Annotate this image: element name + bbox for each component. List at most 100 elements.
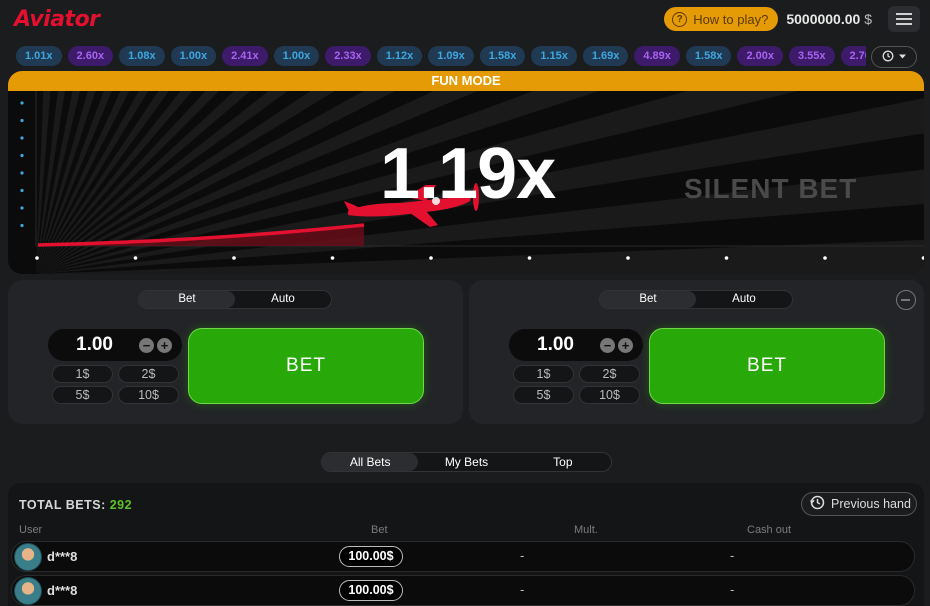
history-multiplier-pill[interactable]: 1.08x xyxy=(119,46,165,66)
bets-tabs: All Bets My Bets Top xyxy=(321,452,612,472)
top-header: Aviator ? How to play? 5000000.00 $ xyxy=(0,0,930,38)
decrease-amount-button[interactable]: − xyxy=(139,338,154,353)
history-multiplier-pill[interactable]: 2.60x xyxy=(67,46,114,66)
bet-button[interactable]: BET xyxy=(649,328,885,404)
total-bets-label: TOTAL BETS: xyxy=(19,498,106,512)
bet-button[interactable]: BET xyxy=(188,328,424,404)
history-multiplier-pill[interactable]: 2.41x xyxy=(222,46,268,66)
current-multiplier: 1.19x xyxy=(380,134,556,214)
history-multiplier-pill[interactable]: 2.70 xyxy=(840,46,866,66)
previous-hand-button[interactable]: Previous hand xyxy=(801,492,917,516)
silentbet-watermark: SILENT BET xyxy=(684,173,857,205)
history-multiplier-pill[interactable]: 4.89x xyxy=(634,46,680,66)
history-multiplier-pill[interactable]: 1.69x xyxy=(582,46,629,66)
history-multiplier-pill[interactable]: 1.00x xyxy=(273,46,320,66)
bet-amount-stepper: 1.00 − + xyxy=(509,329,643,361)
x-axis-dot xyxy=(626,256,630,260)
question-icon: ? xyxy=(672,11,688,27)
row-bet-amount: 100.00$ xyxy=(339,580,403,601)
history-clock-icon xyxy=(882,50,894,65)
tab-top[interactable]: Top xyxy=(515,453,611,471)
y-axis-dot xyxy=(20,206,24,210)
game-canvas: FUN MODE 1.19x SILENT BET xyxy=(8,71,924,274)
history-clock-icon xyxy=(810,495,825,513)
y-axis-dot xyxy=(20,118,24,123)
history-multiplier-pill[interactable]: 2.33x xyxy=(325,46,371,66)
quick-bet-1[interactable]: 1$ xyxy=(52,365,113,383)
history-toggle-button[interactable] xyxy=(871,46,917,68)
tab-auto[interactable]: Auto xyxy=(696,291,792,308)
tab-my-bets[interactable]: My Bets xyxy=(418,453,514,471)
x-axis-dot xyxy=(527,256,532,260)
hamburger-menu-icon[interactable] xyxy=(888,6,920,32)
quick-bet-5[interactable]: 5$ xyxy=(513,386,574,404)
row-multiplier: - xyxy=(520,582,525,597)
x-axis-dot xyxy=(724,256,729,260)
balance-value: 5000000.00 xyxy=(786,11,861,27)
bet-amount-value[interactable]: 1.00 xyxy=(76,334,113,356)
y-axis-dot xyxy=(20,136,24,140)
quick-bet-10[interactable]: 10$ xyxy=(118,386,179,404)
tab-all-bets[interactable]: All Bets xyxy=(322,453,419,471)
previous-hand-label: Previous hand xyxy=(831,497,911,511)
increase-amount-button[interactable]: + xyxy=(157,338,172,353)
tab-bet[interactable]: Bet xyxy=(139,291,235,308)
row-username: d***8 xyxy=(47,549,78,564)
table-row: d***8 100.00$ - - xyxy=(11,541,915,572)
y-axis-dot xyxy=(20,101,24,105)
how-to-play-label: How to play? xyxy=(693,11,769,27)
row-cashout: - xyxy=(730,548,735,563)
history-multiplier-pill[interactable]: 1.58x xyxy=(685,46,732,66)
tab-auto[interactable]: Auto xyxy=(235,291,331,308)
how-to-play-button[interactable]: ? How to play? xyxy=(664,7,779,31)
avatar xyxy=(14,577,42,605)
x-axis-dot xyxy=(429,256,433,260)
quick-bet-1[interactable]: 1$ xyxy=(513,365,574,383)
total-bets: TOTAL BETS: 292 xyxy=(19,498,132,512)
bets-list: TOTAL BETS: 292 Previous hand User Bet M… xyxy=(8,483,924,606)
balance-currency: $ xyxy=(864,11,872,27)
quick-bet-10[interactable]: 10$ xyxy=(579,386,640,404)
remove-panel-icon[interactable] xyxy=(896,290,916,310)
y-axis-dots xyxy=(20,101,24,228)
y-axis-dot xyxy=(20,153,24,158)
total-bets-count: 292 xyxy=(109,498,133,512)
history-multiplier-pill[interactable]: 1.01x xyxy=(16,46,62,66)
bet-auto-switch: Bet Auto xyxy=(599,290,793,309)
history-multiplier-pill[interactable]: 1.58x xyxy=(479,46,526,66)
history-multiplier-pill[interactable]: 1.00x xyxy=(170,46,217,66)
y-axis-dot xyxy=(20,188,24,193)
bet-auto-switch: Bet Auto xyxy=(138,290,332,309)
column-user: User xyxy=(19,524,43,536)
table-row: d***8 100.00$ - - xyxy=(11,575,915,606)
aviator-logo: Aviator xyxy=(14,6,100,32)
history-multiplier-pill[interactable]: 2.00x xyxy=(737,46,783,66)
x-axis-dot xyxy=(232,256,236,260)
increase-amount-button[interactable]: + xyxy=(618,338,633,353)
decrease-amount-button[interactable]: − xyxy=(600,338,615,353)
quick-bet-2[interactable]: 2$ xyxy=(118,365,179,383)
multiplier-history: 1.01x 2.60x 1.08x 1.00x 2.41x 1.00x 2.33x 1.12x… xyxy=(16,46,866,66)
x-axis-dot xyxy=(133,256,138,260)
history-multiplier-pill[interactable]: 1.09x xyxy=(428,46,474,66)
column-cashout: Cash out xyxy=(747,524,792,536)
bet-amount-value[interactable]: 1.00 xyxy=(537,334,574,356)
row-multiplier: - xyxy=(520,548,525,563)
bet-amount-stepper: 1.00 − + xyxy=(48,329,182,361)
column-bet: Bet xyxy=(371,524,388,536)
tab-bet[interactable]: Bet xyxy=(600,291,696,308)
bet-panel-2: Bet Auto 1.00 − + 1$ 2$ 5$ 10$ BET xyxy=(469,280,924,424)
chevron-down-icon xyxy=(898,51,907,63)
history-multiplier-pill[interactable]: 1.15x xyxy=(531,46,577,66)
quick-bet-5[interactable]: 5$ xyxy=(52,386,113,404)
column-mult: Mult. xyxy=(574,524,598,536)
history-multiplier-pill[interactable]: 3.55x xyxy=(788,46,835,66)
row-bet-amount: 100.00$ xyxy=(339,546,403,567)
row-username: d***8 xyxy=(47,583,78,598)
x-axis-dot xyxy=(330,256,335,260)
row-cashout: - xyxy=(730,582,735,597)
x-axis-dot xyxy=(35,256,39,260)
quick-bet-2[interactable]: 2$ xyxy=(579,365,640,383)
history-multiplier-pill[interactable]: 1.12x xyxy=(376,46,423,66)
avatar xyxy=(14,543,42,571)
